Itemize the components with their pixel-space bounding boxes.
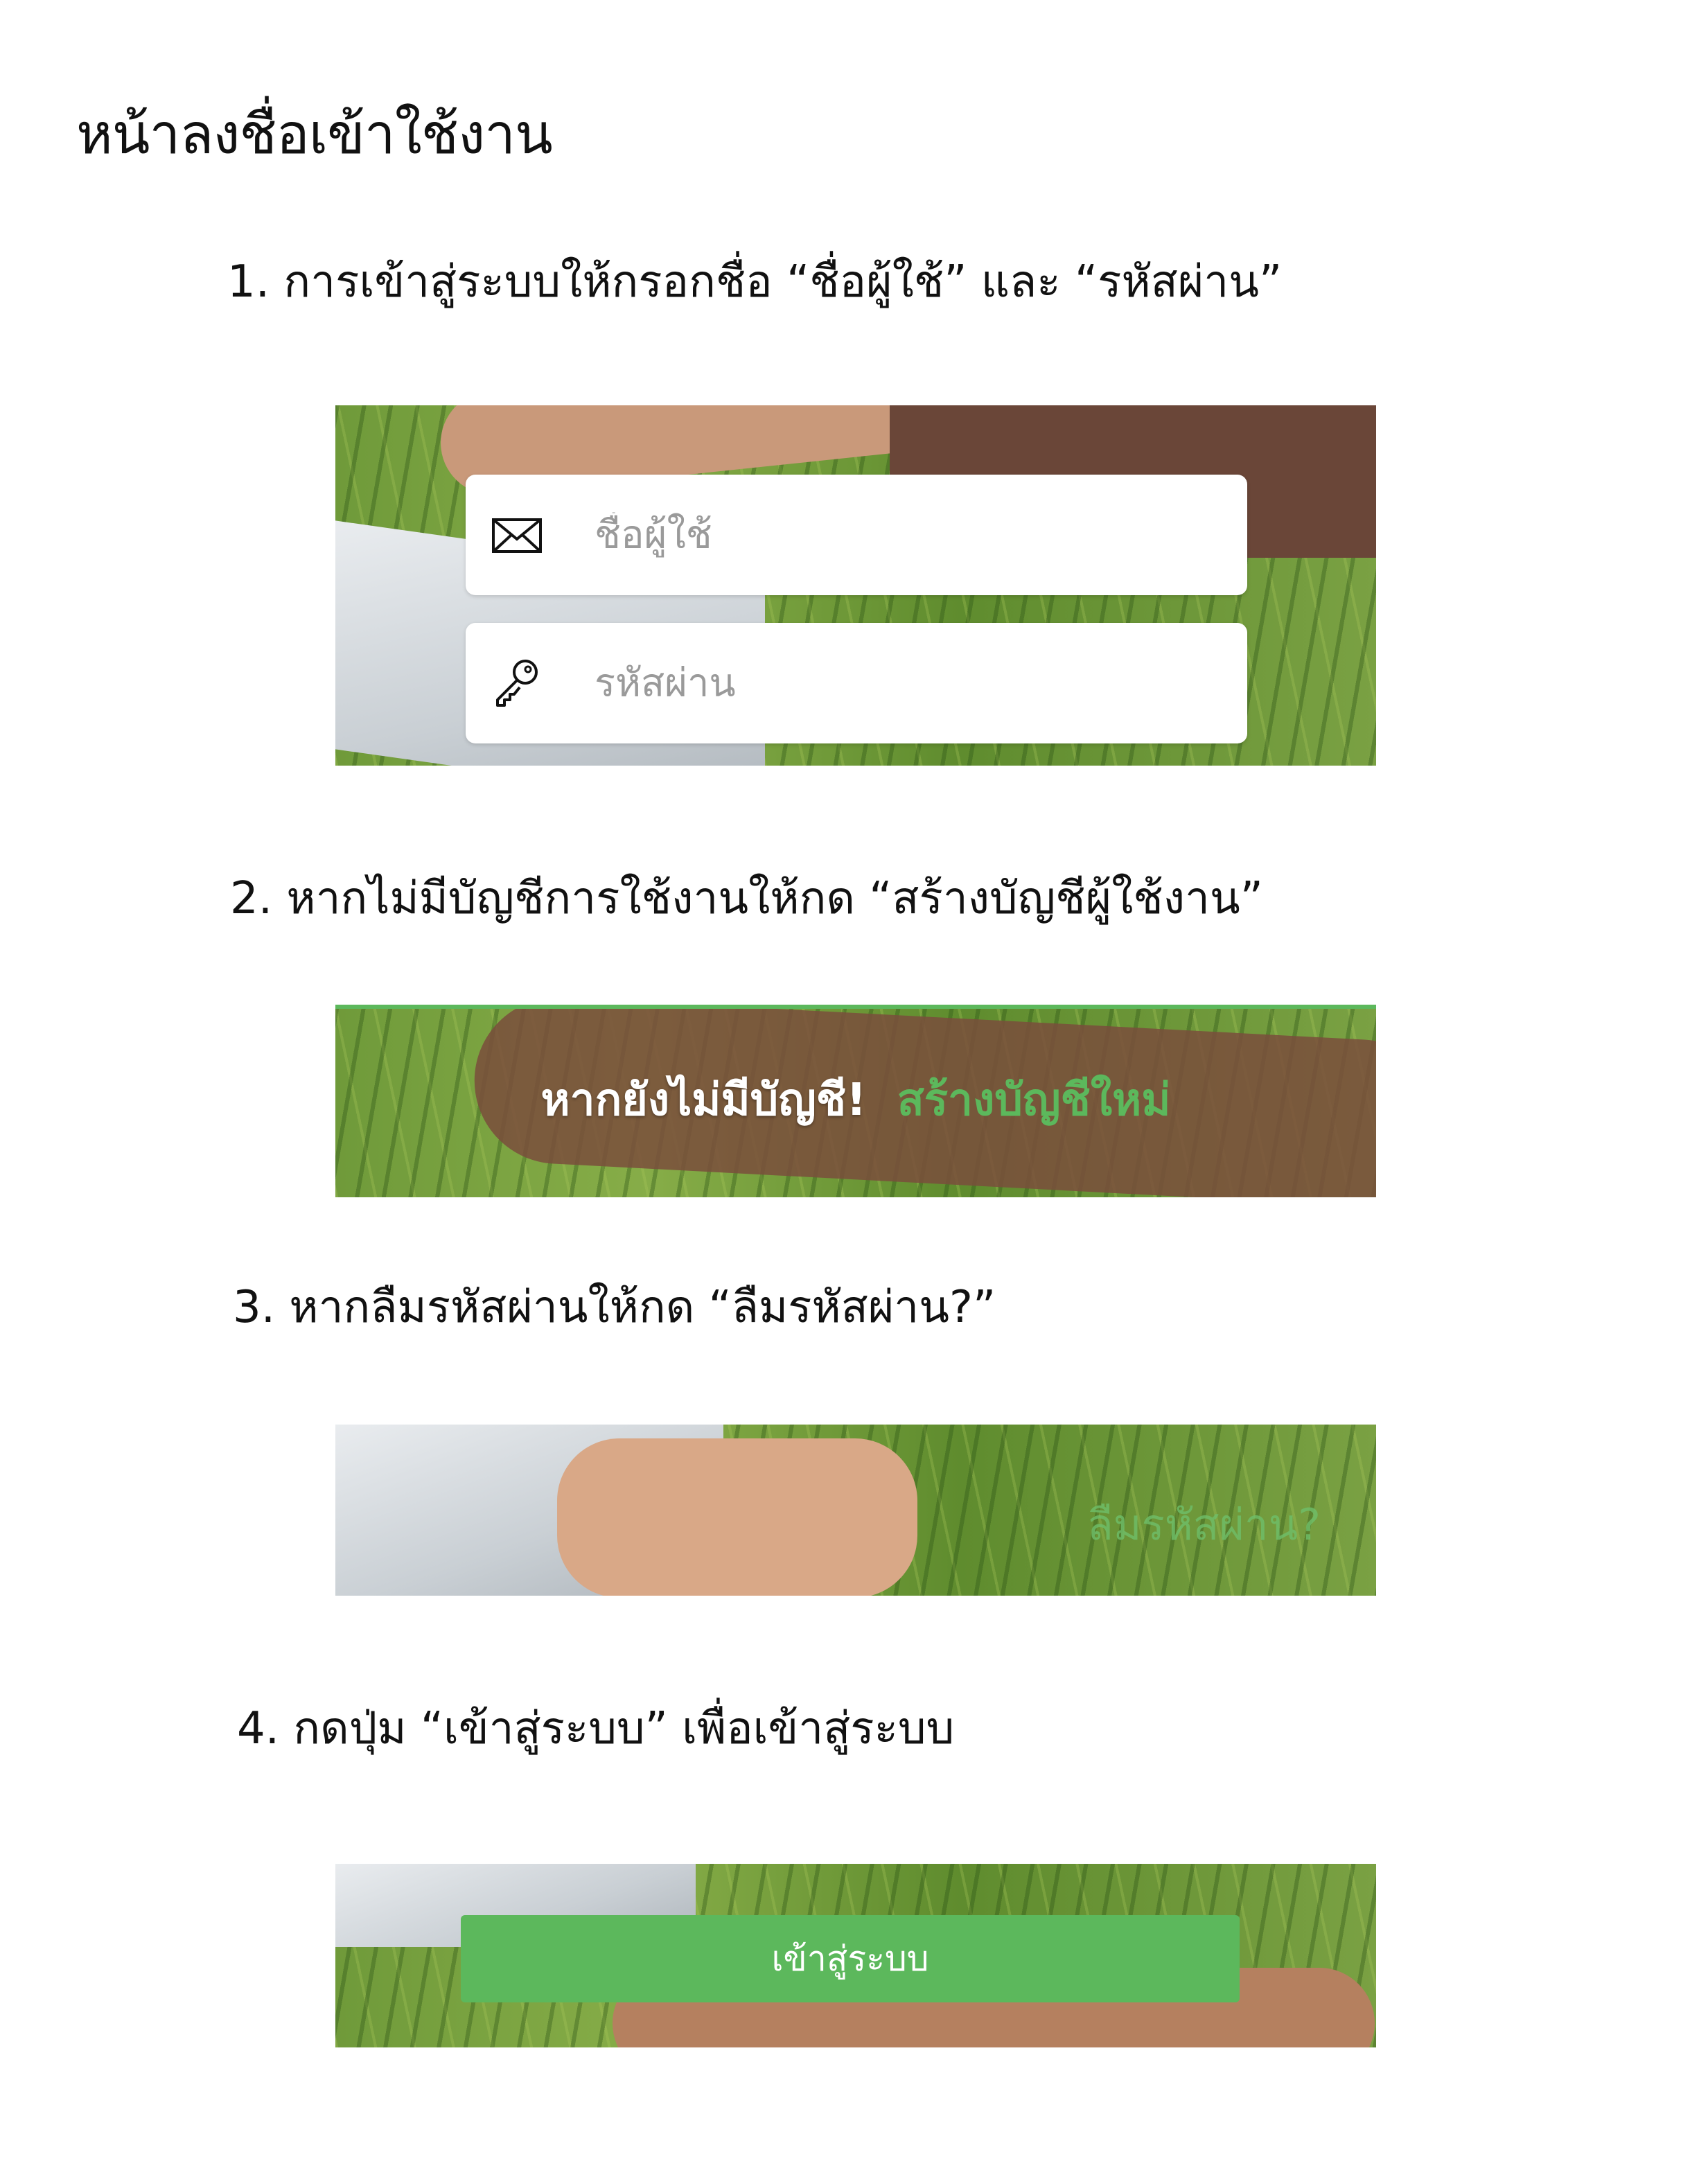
step-4-instruction: 4. กดปุ่ม “เข้าสู่ระบบ” เพื่อเข้าสู่ระบบ: [237, 1703, 955, 1754]
divider: [335, 1005, 1376, 1009]
username-field[interactable]: [466, 475, 1247, 595]
password-input[interactable]: [595, 660, 1218, 706]
login-fields-screenshot: [335, 405, 1376, 766]
key-icon: [496, 660, 538, 707]
step-1-instruction: 1. การเข้าสู่ระบบให้กรอกชื่อ “ชื่อผู้ใช้…: [227, 256, 1283, 308]
password-field[interactable]: [466, 623, 1247, 743]
page-title: หน้าลงชื่อเข้าใช้งาน: [76, 102, 553, 166]
forgot-password-link[interactable]: ลืมรหัสผ่าน?: [1087, 1491, 1321, 1559]
step-2-instruction: 2. หากไม่มีบัญชีการใช้งานให้กด “สร้างบัญ…: [230, 873, 1263, 924]
hand-image: [557, 1438, 917, 1596]
step-3-instruction: 3. หากลืมรหัสผ่านให้กด “ลืมรหัสผ่าน?”: [233, 1282, 996, 1333]
create-account-link[interactable]: สร้างบัญชีใหม่: [897, 1075, 1171, 1126]
signup-screenshot: หากยังไม่มีบัญชี! สร้างบัญชีใหม่: [335, 1005, 1376, 1197]
login-button-screenshot: เข้าสู่ระบบ: [335, 1864, 1376, 2047]
username-input[interactable]: [595, 512, 1218, 558]
signup-prompt: หากยังไม่มีบัญชี!: [540, 1075, 867, 1126]
login-button[interactable]: เข้าสู่ระบบ: [461, 1915, 1240, 2002]
forgot-password-screenshot: ลืมรหัสผ่าน?: [335, 1425, 1376, 1596]
signup-row: หากยังไม่มีบัญชี! สร้างบัญชีใหม่: [335, 1064, 1376, 1135]
envelope-icon: [492, 518, 542, 553]
